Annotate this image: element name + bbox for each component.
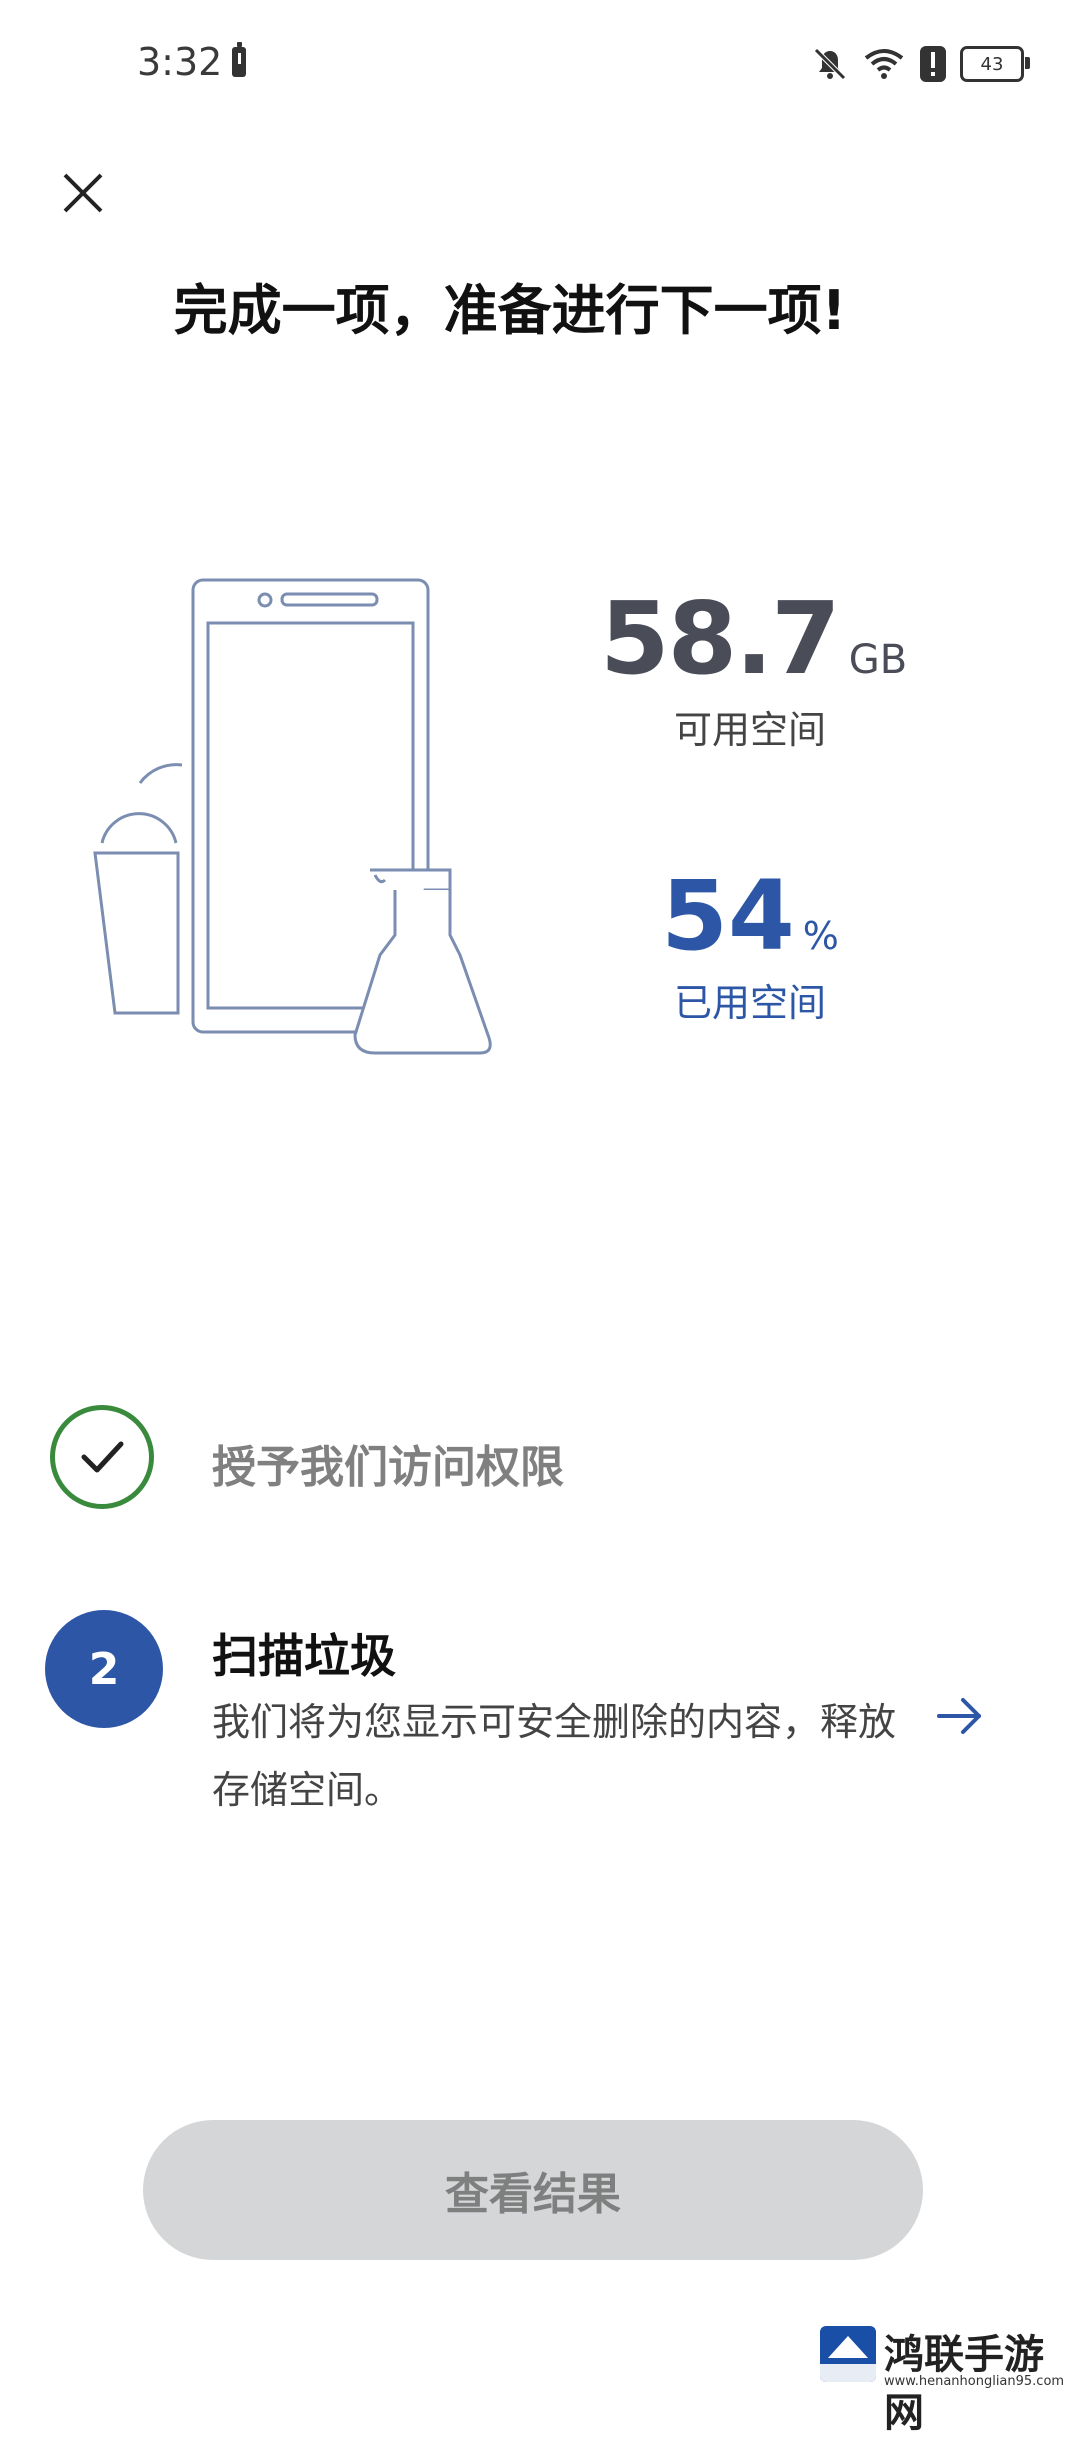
- bell-off-icon: [814, 48, 846, 80]
- alert-icon: [920, 46, 946, 82]
- step-scan-junk-arrow-button[interactable]: [925, 1686, 995, 1746]
- page-title: 完成一项，准备进行下一项!: [173, 279, 847, 342]
- wifi-icon: [864, 49, 904, 79]
- step-grant-access-label: 授予我们访问权限: [212, 1442, 564, 1493]
- used-space-label: 已用空间: [673, 981, 826, 1025]
- available-space-value: 58.7: [600, 580, 841, 697]
- watermark-logo-icon: [820, 2326, 876, 2382]
- battery-icon: 43: [960, 46, 1030, 82]
- used-space-unit: %: [802, 914, 839, 958]
- step-complete-badge: [50, 1405, 154, 1509]
- close-button[interactable]: [50, 160, 116, 226]
- step-number-badge: 2: [45, 1610, 163, 1728]
- available-space-stat: 58.7 GB 可用空间: [600, 580, 907, 754]
- used-space-stat: 54% 已用空间: [640, 860, 860, 1027]
- step-scan-junk-description: 我们将为您显示可安全删除的内容，释放存储空间。: [212, 1700, 897, 1812]
- status-icons: 43: [812, 34, 1030, 94]
- status-time: 3:32: [137, 40, 223, 84]
- step-scan-junk-title: 扫描垃圾: [212, 1629, 396, 1683]
- status-bar: 3:32 43: [0, 0, 1080, 130]
- watermark-url: www.henanhonglian95.com: [884, 2374, 1065, 2389]
- step-scan-junk[interactable]: 2 扫描垃圾 我们将为您显示可安全删除的内容，释放存储空间。: [45, 1610, 1045, 1812]
- close-icon: [63, 173, 103, 213]
- battery-level: 43: [980, 53, 1004, 75]
- view-results-button[interactable]: 查看结果: [143, 2120, 923, 2260]
- arrow-right-icon: [937, 1698, 981, 1734]
- watermark: 鸿联手游网 www.henanhonglian95.com: [820, 2322, 1070, 2436]
- battery-saver-icon: [232, 42, 246, 77]
- phone-cleaning-illustration: [93, 578, 492, 1055]
- available-space-label: 可用空间: [673, 708, 826, 752]
- used-space-value: 54: [661, 860, 795, 972]
- checkmark-icon: [81, 1441, 124, 1473]
- available-space-unit: GB: [848, 637, 908, 683]
- step-grant-access: 授予我们访问权限: [50, 1405, 1030, 1525]
